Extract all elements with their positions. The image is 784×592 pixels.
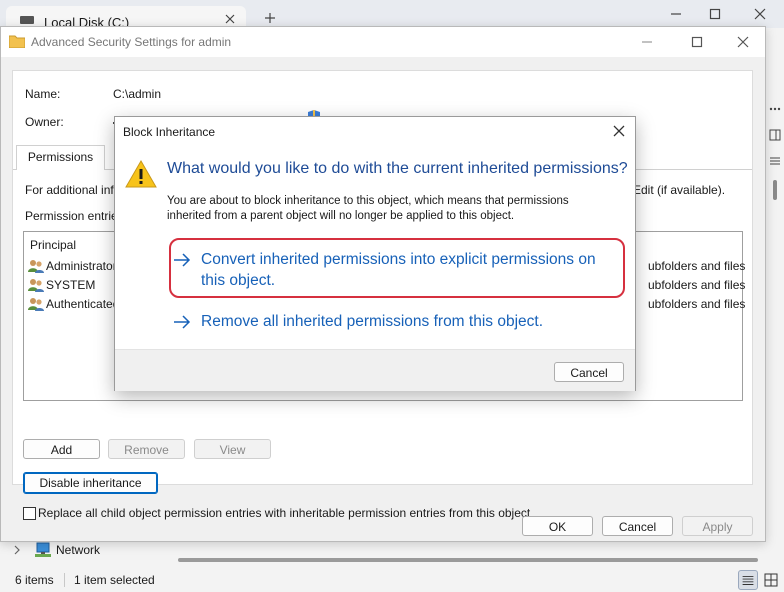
add-button[interactable]: Add: [23, 439, 100, 459]
dialog-question: What would you like to do with the curre…: [167, 160, 628, 177]
adv-title-bar: Advanced Security Settings for admin: [1, 27, 765, 57]
nav-network-label: Network: [56, 543, 101, 557]
tab-permissions[interactable]: Permissions: [16, 145, 105, 170]
principal-name: Administrators: [46, 259, 120, 273]
close-icon[interactable]: [735, 34, 751, 50]
remove-button[interactable]: Remove: [108, 439, 185, 459]
close-tab-icon[interactable]: [222, 11, 238, 27]
applies-to: ubfolders and files: [648, 297, 746, 311]
applies-to: ubfolders and files: [648, 278, 746, 292]
tiles-view-button[interactable]: [761, 570, 781, 590]
minimize-icon[interactable]: [668, 6, 684, 22]
explorer-right-edge: [766, 90, 784, 530]
highlight-annotation: [169, 238, 625, 298]
applies-to: ubfolders and files: [648, 259, 746, 273]
principal-name: SYSTEM: [46, 278, 96, 292]
explorer-scrollbar-thumb[interactable]: [773, 180, 777, 200]
dialog-footer: Cancel: [115, 349, 635, 391]
details-pane-icon[interactable]: [768, 128, 782, 142]
edit-if-available-text: Edit (if available).: [633, 183, 726, 197]
replace-child-permissions-option[interactable]: Replace all child object permission entr…: [23, 506, 563, 522]
dialog-title: Block Inheritance: [123, 125, 216, 139]
users-icon: [28, 298, 44, 311]
cancel-button[interactable]: Cancel: [602, 516, 673, 536]
principal-name: Authenticated Users: [46, 297, 120, 311]
status-selected-count: 1 item selected: [74, 573, 155, 587]
minimize-icon[interactable]: [639, 34, 655, 50]
maximize-icon[interactable]: [689, 34, 705, 50]
dialog-cancel-button[interactable]: Cancel: [554, 362, 624, 382]
explorer-tab-bar: Local Disk (C:): [0, 0, 784, 32]
nav-item-network[interactable]: Network: [0, 540, 200, 560]
block-inheritance-dialog: Block Inheritance What would you like to…: [114, 116, 636, 391]
name-label: Name:: [25, 87, 61, 101]
details-view-button[interactable]: [738, 570, 758, 590]
chevron-right-icon[interactable]: [12, 544, 22, 556]
drive-icon: [20, 16, 34, 24]
explorer-horizontal-scrollbar[interactable]: [178, 558, 758, 562]
remove-inherited-permissions-link[interactable]: Remove all inherited permissions from th…: [173, 311, 613, 332]
ok-button[interactable]: OK: [522, 516, 593, 536]
network-icon: [35, 542, 51, 557]
new-tab-icon[interactable]: [262, 10, 278, 26]
users-icon: [28, 279, 44, 292]
users-icon: [28, 260, 44, 273]
menu-icon[interactable]: [768, 154, 782, 168]
folder-icon: [9, 35, 25, 48]
owner-label: Owner:: [25, 115, 64, 129]
explorer-status-bar: 6 items 1 item selected: [0, 568, 784, 592]
replace-child-permissions-checkbox[interactable]: [23, 507, 36, 520]
view-button[interactable]: View: [194, 439, 271, 459]
close-icon[interactable]: [611, 123, 627, 139]
warning-icon: [125, 159, 157, 188]
dialog-description: You are about to block inheritance to th…: [167, 195, 569, 222]
status-separator: [64, 573, 65, 587]
name-value: C:\admin: [113, 87, 162, 101]
replace-child-permissions-label: Replace all child object permission entr…: [38, 506, 531, 520]
close-icon[interactable]: [752, 6, 768, 22]
details-view-icon: [742, 575, 754, 585]
status-item-count: 6 items: [15, 573, 54, 587]
disable-inheritance-button[interactable]: Disable inheritance: [23, 472, 158, 494]
tiles-view-icon: [764, 573, 778, 587]
apply-button[interactable]: Apply: [682, 516, 753, 536]
more-options-icon[interactable]: [768, 102, 782, 116]
maximize-icon[interactable]: [707, 6, 723, 22]
arrow-right-icon: [174, 315, 191, 329]
remove-option-label: Remove all inherited permissions from th…: [201, 313, 543, 330]
adv-window-title: Advanced Security Settings for admin: [31, 35, 232, 49]
principal-column-header[interactable]: Principal: [30, 238, 76, 252]
